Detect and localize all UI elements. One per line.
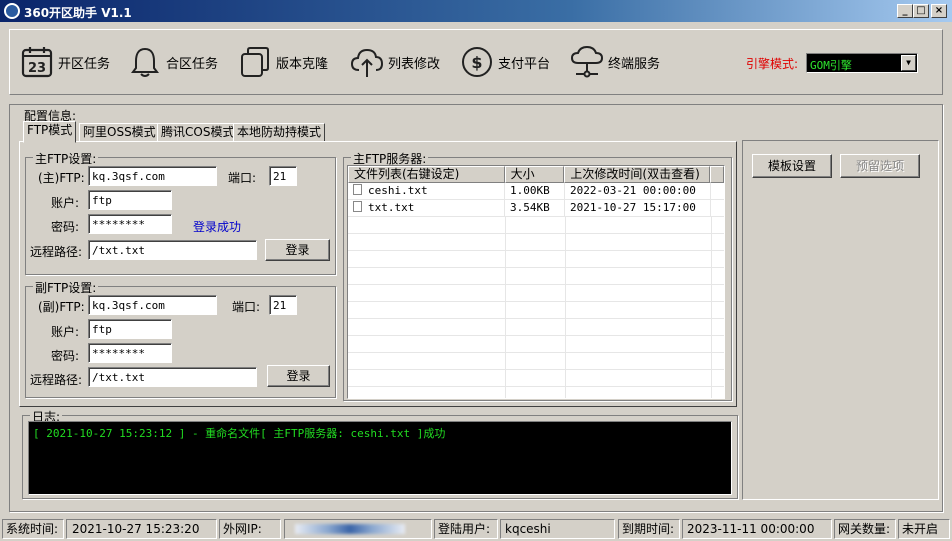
cloud-network-icon: [570, 45, 604, 78]
file-name-cell: txt.txt: [348, 200, 505, 216]
sub-ftp-host-label: (副)FTP:: [38, 300, 85, 314]
app-logo-icon: [4, 3, 20, 19]
toolbar-open-task-button[interactable]: 23 开区任务: [20, 44, 110, 80]
engine-mode-value: GOM引擎: [810, 59, 852, 72]
sub-ftp-user-label: 账户:: [51, 325, 80, 339]
column-header-filler: [710, 166, 724, 183]
tab-aliyun-oss[interactable]: 阿里OSS模式: [79, 123, 160, 142]
file-list[interactable]: 文件列表(右键设定) 大小 上次修改时间(双击查看) ceshi.txt 1.0…: [347, 165, 725, 399]
gateway-label: 网关数量:: [834, 519, 896, 539]
main-ftp-pass-input[interactable]: ********: [88, 214, 172, 234]
title-bar: 360开区助手 V1.1 _ □ ×: [0, 0, 952, 22]
template-settings-button[interactable]: 模板设置: [752, 154, 832, 178]
toolbar-terminal-service-button[interactable]: 终端服务: [570, 44, 660, 80]
file-icon: [353, 184, 362, 195]
sub-ftp-path-input[interactable]: /txt.txt: [88, 367, 257, 387]
main-ftp-port-input[interactable]: 21: [269, 166, 297, 186]
tab-local-anti-hijack[interactable]: 本地防劫持模式: [233, 123, 326, 142]
sub-ftp-user-input[interactable]: ftp: [88, 319, 172, 339]
file-name: txt.txt: [368, 201, 415, 214]
login-user-value: kqceshi: [500, 519, 615, 539]
log-output[interactable]: [ 2021-10-27 15:23:12 ] - 重命名文件[ 主FTP服务器…: [28, 421, 732, 495]
dollar-icon: $: [462, 47, 492, 77]
main-ftp-port-label: 端口:: [228, 171, 257, 185]
sys-time-label: 系统时间:: [2, 519, 64, 539]
toolbar-label: 版本克隆: [276, 56, 329, 72]
toolbar-payment-button[interactable]: $ 支付平台: [460, 44, 550, 80]
sub-ftp-pass-label: 密码:: [51, 349, 80, 363]
minimize-button[interactable]: _: [897, 4, 913, 18]
tab-ftp[interactable]: FTP模式: [23, 121, 77, 143]
log-line: [ 2021-10-27 15:23:12 ] - 重命名文件[ 主FTP服务器…: [33, 427, 446, 440]
login-user-label: 登陆用户:: [434, 519, 498, 539]
toolbar-label: 终端服务: [608, 56, 661, 72]
sub-ftp-title: 副FTP设置:: [33, 279, 99, 296]
side-panel: [742, 140, 939, 500]
file-list-header: 文件列表(右键设定) 大小 上次修改时间(双击查看): [348, 166, 724, 183]
sub-ftp-host-input[interactable]: kq.3qsf.com: [88, 295, 217, 315]
table-row[interactable]: txt.txt 3.54KB 2021-10-27 15:17:00: [348, 200, 724, 217]
copy-icon: [241, 47, 269, 77]
toolbar-label: 开区任务: [58, 56, 111, 72]
sub-ftp-path-label: 远程路径:: [30, 373, 83, 387]
expire-label: 到期时间:: [618, 519, 680, 539]
login-status-text: 登录成功: [193, 220, 242, 234]
engine-mode-label: 引擎模式:: [746, 57, 799, 71]
engine-mode-select[interactable]: GOM引擎 ▼: [806, 53, 918, 73]
window-title: 360开区助手 V1.1: [24, 6, 132, 20]
bell-icon: [131, 47, 159, 77]
sub-ftp-port-input[interactable]: 21: [269, 295, 297, 315]
file-size-cell: 1.00KB: [505, 183, 565, 199]
grid-rows: [348, 217, 724, 398]
toolbar-version-clone-button[interactable]: 版本克隆: [238, 44, 328, 80]
toolbar-merge-task-button[interactable]: 合区任务: [128, 44, 218, 80]
main-ftp-path-label: 远程路径:: [30, 245, 83, 259]
sys-time-value: 2021-10-27 15:23:20: [66, 519, 217, 539]
public-ip-value: [284, 519, 432, 539]
sub-ftp-port-label: 端口:: [232, 300, 261, 314]
svg-text:$: $: [471, 53, 482, 72]
file-size-cell: 3.54KB: [505, 200, 565, 216]
main-ftp-host-input[interactable]: kq.3qsf.com: [88, 166, 217, 186]
calendar-icon: 23: [21, 47, 53, 78]
redacted-ip: [295, 524, 405, 534]
file-icon: [353, 201, 362, 212]
file-time-cell: 2021-10-27 15:17:00: [565, 200, 711, 216]
toolbar-label: 支付平台: [498, 56, 551, 72]
file-name: ceshi.txt: [368, 184, 428, 197]
close-button[interactable]: ×: [931, 4, 947, 18]
toolbar-label: 列表修改: [388, 56, 441, 72]
tab-tencent-cos[interactable]: 腾讯COS模式: [157, 123, 239, 142]
sub-ftp-pass-input[interactable]: ********: [88, 343, 172, 363]
toolbar: 23 开区任务 合区任务 版本克隆 列表修改 $ 支付平台 终端服务 引擎模式:…: [9, 29, 943, 95]
expire-value: 2023-11-11 00:00:00: [682, 519, 832, 539]
sub-ftp-login-button[interactable]: 登录: [267, 365, 330, 387]
calendar-day-number: 23: [28, 61, 46, 76]
reserve-option-button[interactable]: 预留选项: [840, 154, 920, 178]
public-ip-label: 外网IP:: [219, 519, 281, 539]
main-ftp-user-input[interactable]: ftp: [88, 190, 172, 210]
column-header-name[interactable]: 文件列表(右键设定): [348, 166, 505, 183]
column-header-time[interactable]: 上次修改时间(双击查看): [564, 166, 711, 183]
cloud-upload-icon: [350, 48, 384, 77]
main-ftp-pass-label: 密码:: [51, 220, 80, 234]
main-ftp-user-label: 账户:: [51, 196, 80, 210]
maximize-button[interactable]: □: [913, 4, 929, 18]
main-ftp-login-button[interactable]: 登录: [265, 239, 330, 261]
column-header-size[interactable]: 大小: [504, 166, 565, 183]
main-ftp-host-label: (主)FTP:: [38, 171, 85, 185]
chevron-down-icon[interactable]: ▼: [901, 55, 916, 71]
table-row[interactable]: ceshi.txt 1.00KB 2022-03-21 00:00:00: [348, 183, 724, 200]
file-name-cell: ceshi.txt: [348, 183, 505, 199]
toolbar-label: 合区任务: [166, 56, 219, 72]
main-ftp-path-input[interactable]: /txt.txt: [88, 240, 257, 260]
toolbar-list-edit-button[interactable]: 列表修改: [350, 44, 440, 80]
gateway-value: 未开启: [898, 519, 950, 539]
main-ftp-title: 主FTP设置:: [33, 150, 99, 167]
file-time-cell: 2022-03-21 00:00:00: [565, 183, 711, 199]
